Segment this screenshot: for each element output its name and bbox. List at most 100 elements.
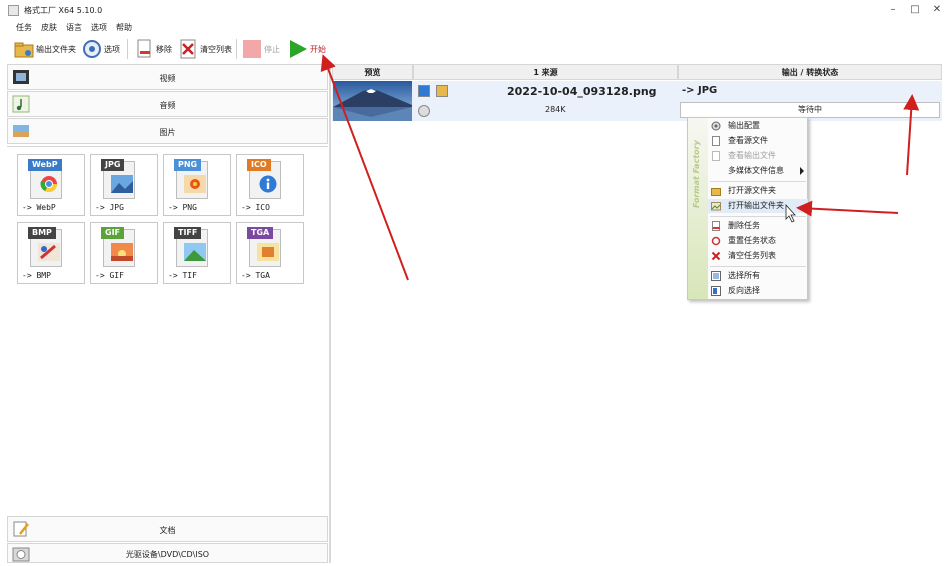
remove-doc-icon	[712, 221, 720, 231]
format-label: -> GIF	[95, 271, 124, 280]
toolbar-divider	[127, 39, 128, 59]
options-label: 选项	[104, 44, 120, 54]
task-row[interactable]: 2022-10-04_093128.png 284K -> JPG 等待中	[332, 81, 942, 121]
start-button[interactable]: 开始	[288, 37, 326, 61]
info-icon[interactable]	[418, 85, 430, 97]
menu-skin[interactable]: 皮肤	[41, 22, 57, 33]
category-disc[interactable]: 光驱设备\DVD\CD\ISO	[7, 543, 328, 563]
category-audio[interactable]: 音频	[7, 91, 328, 117]
format-tile-webp[interactable]: WebP -> WebP	[17, 154, 85, 216]
landscape-icon	[184, 243, 206, 261]
options-button[interactable]: 选项	[82, 37, 120, 61]
menu-item-label: 输出配置	[728, 121, 760, 130]
format-badge: TGA	[247, 227, 274, 239]
format-label: -> TIF	[168, 271, 197, 280]
format-tile-tga[interactable]: TGA -> TGA	[236, 222, 304, 284]
picture-icon	[257, 243, 279, 261]
menu-item-view-source[interactable]: 查看源文件	[708, 134, 808, 148]
menu-item-view-output[interactable]: 查看输出文件	[708, 149, 808, 163]
menu-item-output-config[interactable]: 输出配置	[708, 119, 808, 133]
landscape-icon	[111, 175, 133, 193]
format-badge: WebP	[28, 159, 62, 171]
column-header-source[interactable]: 1 来源	[413, 64, 678, 80]
menu-options[interactable]: 选项	[91, 22, 107, 33]
stop-icon	[242, 39, 262, 59]
menu-item-open-output-folder[interactable]: 打开输出文件夹	[708, 199, 808, 213]
column-header-output[interactable]: 输出 / 转换状态	[678, 64, 942, 80]
menu-item-invert-selection[interactable]: 反向选择	[708, 284, 808, 298]
output-folder-label: 输出文件夹	[36, 44, 76, 54]
left-panel: 视频 音频 图片 WebP -> WebP JPG -> JPG PNG -> …	[7, 64, 328, 563]
format-tile-png[interactable]: PNG -> PNG	[163, 154, 231, 216]
menu-item-clear-task-list[interactable]: 清空任务列表	[708, 249, 808, 263]
invert-selection-icon	[711, 286, 721, 296]
context-menu: Format Factory 输出配置 查看源文件 查看输出文件 多媒体文件信息…	[687, 117, 808, 300]
menu-item-label: 重置任务状态	[728, 236, 776, 245]
category-image-label: 图片	[159, 128, 176, 137]
folder-image-icon	[711, 202, 721, 211]
remove-label: 移除	[156, 44, 172, 54]
column-header-preview[interactable]: 预览	[332, 64, 413, 80]
format-tile-jpg[interactable]: JPG -> JPG	[90, 154, 158, 216]
menu-separator	[710, 181, 806, 182]
format-badge: ICO	[247, 159, 271, 171]
format-tile-bmp[interactable]: BMP -> BMP	[17, 222, 85, 284]
menu-item-delete-task[interactable]: 删除任务	[708, 219, 808, 233]
format-badge: GIF	[101, 227, 125, 239]
format-tile-tif[interactable]: TIFF -> TIF	[163, 222, 231, 284]
minimize-button[interactable]: –	[883, 3, 903, 17]
menu-item-media-info[interactable]: 多媒体文件信息	[708, 164, 808, 178]
menu-item-label: 删除任务	[728, 221, 760, 230]
folder-icon	[14, 39, 34, 59]
sunset-icon	[111, 243, 133, 261]
menu-item-reset-status[interactable]: 重置任务状态	[708, 234, 808, 248]
clear-x-icon	[711, 251, 721, 261]
submenu-arrow-icon	[800, 167, 804, 175]
menu-language[interactable]: 语言	[66, 22, 82, 33]
menu-item-open-source-folder[interactable]: 打开源文件夹	[708, 184, 808, 198]
menu-separator	[710, 266, 806, 267]
stop-button[interactable]: 停止	[242, 37, 280, 61]
disc-icon[interactable]	[418, 105, 430, 117]
task-status: 等待中	[680, 102, 940, 118]
menu-task[interactable]: 任务	[16, 22, 32, 33]
format-badge: BMP	[28, 227, 56, 239]
format-tile-gif[interactable]: GIF -> GIF	[90, 222, 158, 284]
chrome-icon	[40, 176, 58, 193]
format-label: -> JPG	[95, 203, 124, 212]
remove-doc-icon	[134, 39, 154, 59]
format-grid: WebP -> WebP JPG -> JPG PNG -> PNG ICO -…	[7, 146, 328, 517]
toolbar-divider	[236, 39, 237, 59]
category-disc-label: 光驱设备\DVD\CD\ISO	[125, 550, 210, 559]
clear-list-label: 清空列表	[200, 44, 232, 54]
category-document[interactable]: 文档	[7, 516, 328, 542]
folder-icon[interactable]	[436, 85, 448, 97]
start-label: 开始	[310, 44, 326, 54]
task-list-panel: 预览 1 来源 输出 / 转换状态 2022-10-04_093128.png …	[332, 64, 942, 563]
output-format: -> JPG	[682, 85, 718, 96]
format-tile-ico[interactable]: ICO -> ICO	[236, 154, 304, 216]
format-label: -> WebP	[22, 203, 56, 212]
category-video[interactable]: 视频	[7, 64, 328, 90]
menu-separator	[710, 216, 806, 217]
close-button[interactable]: ✕	[927, 3, 947, 17]
remove-button[interactable]: 移除	[134, 37, 172, 61]
output-folder-button[interactable]: 输出文件夹	[14, 37, 76, 61]
folder-icon	[711, 188, 721, 196]
clear-list-button[interactable]: 清空列表	[178, 37, 232, 61]
stop-label: 停止	[264, 44, 280, 54]
category-image[interactable]: 图片	[7, 118, 328, 144]
format-label: -> TGA	[241, 271, 270, 280]
menu-help[interactable]: 帮助	[116, 22, 132, 33]
category-video-label: 视频	[159, 74, 176, 83]
format-badge: PNG	[174, 159, 202, 171]
play-icon	[288, 39, 308, 59]
window-title: 格式工厂 X64 5.10.0	[24, 6, 103, 15]
panel-splitter[interactable]	[329, 64, 331, 563]
format-badge: TIFF	[174, 227, 202, 239]
preview-thumbnail	[333, 81, 412, 121]
app-icon	[8, 5, 19, 16]
select-all-icon	[711, 271, 721, 281]
maximize-button[interactable]: □	[905, 3, 925, 17]
menu-item-select-all[interactable]: 选择所有	[708, 269, 808, 283]
